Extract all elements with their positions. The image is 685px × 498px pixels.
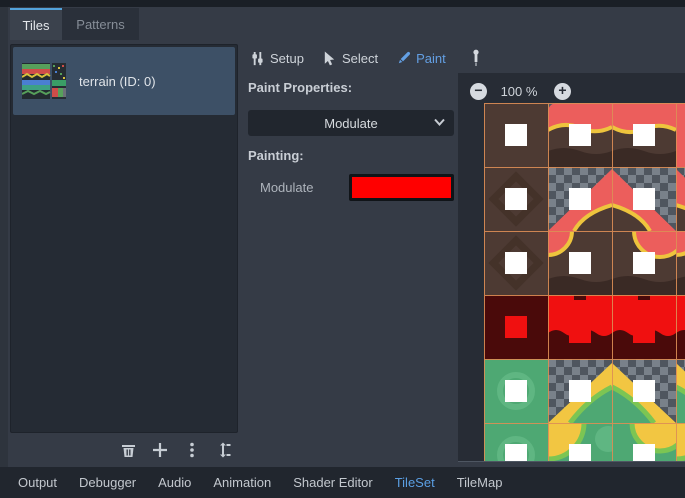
atlas-tile[interactable]: [676, 167, 685, 231]
atlas-tile[interactable]: [676, 295, 685, 359]
bottom-item-debugger[interactable]: Debugger: [79, 475, 136, 490]
paint-property-value: Modulate: [324, 116, 377, 131]
modulate-color-value: [352, 177, 451, 198]
chevron-down-icon: [434, 118, 445, 126]
top-edge-strip: [0, 0, 685, 7]
painting-title: Painting:: [248, 148, 304, 163]
atlas-tile[interactable]: [484, 231, 548, 295]
tools-icon: [250, 51, 265, 66]
select-button-label: Select: [342, 51, 378, 66]
paint-properties-title: Paint Properties:: [248, 80, 352, 95]
add-icon[interactable]: [151, 441, 169, 459]
atlas-tile[interactable]: [612, 103, 676, 167]
zoom-level: 100 %: [488, 84, 550, 99]
atlas-tile[interactable]: [484, 103, 548, 167]
atlas-tile[interactable]: [676, 231, 685, 295]
atlas-tile[interactable]: [548, 295, 612, 359]
modulate-color-swatch[interactable]: [349, 174, 454, 201]
paint-mode-toolbar: Setup Select Paint: [250, 47, 446, 69]
tile-source-item-terrain[interactable]: terrain (ID: 0): [13, 47, 235, 115]
zoom-out-button[interactable]: −: [470, 83, 487, 100]
atlas-tile[interactable]: [484, 295, 548, 359]
bottom-item-output[interactable]: Output: [18, 475, 57, 490]
tab-tiles[interactable]: Tiles: [10, 8, 62, 40]
bottom-item-tilemap[interactable]: TileMap: [457, 475, 503, 490]
atlas-tile[interactable]: [612, 167, 676, 231]
picker-button[interactable]: [466, 47, 486, 69]
modulate-label: Modulate: [260, 175, 313, 201]
atlas-tile[interactable]: [484, 359, 548, 423]
brush-icon: [396, 51, 411, 66]
paint-button-label: Paint: [416, 51, 446, 66]
atlas-grid[interactable]: [484, 103, 685, 462]
atlas-tile[interactable]: [612, 359, 676, 423]
tile-atlas-view[interactable]: − 100 % +: [458, 73, 685, 462]
cursor-icon: [322, 51, 337, 66]
delete-icon[interactable]: [119, 441, 137, 459]
atlas-tile[interactable]: [612, 295, 676, 359]
atlas-tile[interactable]: [548, 103, 612, 167]
atlas-tile[interactable]: [548, 231, 612, 295]
select-button[interactable]: Select: [322, 51, 378, 66]
atlas-tile[interactable]: [484, 167, 548, 231]
eyedropper-icon: [470, 49, 482, 67]
left-edge-strip: [0, 7, 8, 467]
tab-patterns[interactable]: Patterns: [62, 8, 139, 40]
menu-dots-icon[interactable]: [183, 441, 201, 459]
atlas-tile[interactable]: [676, 423, 685, 462]
terrain-thumbnail: [22, 63, 66, 99]
bottom-item-audio[interactable]: Audio: [158, 475, 191, 490]
bottom-item-shader-editor[interactable]: Shader Editor: [293, 475, 373, 490]
atlas-tile[interactable]: [548, 423, 621, 462]
atlas-tile[interactable]: [612, 423, 685, 462]
setup-button-label: Setup: [270, 51, 304, 66]
sort-icon[interactable]: [214, 441, 232, 459]
setup-button[interactable]: Setup: [250, 51, 304, 66]
tile-sources-list: terrain (ID: 0): [10, 44, 238, 433]
tab-patterns-label: Patterns: [76, 17, 124, 32]
bottom-item-animation[interactable]: Animation: [213, 475, 271, 490]
paint-property-dropdown[interactable]: Modulate: [248, 110, 454, 136]
tab-tiles-label: Tiles: [23, 18, 50, 33]
atlas-tile[interactable]: [484, 423, 548, 462]
bottom-item-tileset[interactable]: TileSet: [395, 475, 435, 490]
zoom-out-glyph: −: [474, 82, 482, 98]
atlas-tile[interactable]: [612, 231, 685, 295]
zoom-in-glyph: +: [558, 82, 566, 98]
zoom-in-button[interactable]: +: [554, 83, 571, 100]
atlas-tile[interactable]: [548, 167, 612, 231]
paint-button[interactable]: Paint: [396, 51, 446, 66]
atlas-tile[interactable]: [676, 359, 685, 423]
bottom-panel-bar: Output Debugger Audio Animation Shader E…: [0, 467, 685, 498]
tile-source-label: terrain (ID: 0): [79, 74, 156, 89]
tileset-editor-window: Tiles Patterns terra: [0, 0, 685, 498]
atlas-tile[interactable]: [548, 359, 612, 423]
atlas-tile[interactable]: [676, 103, 685, 167]
tile-list-toolbar: [0, 441, 238, 461]
